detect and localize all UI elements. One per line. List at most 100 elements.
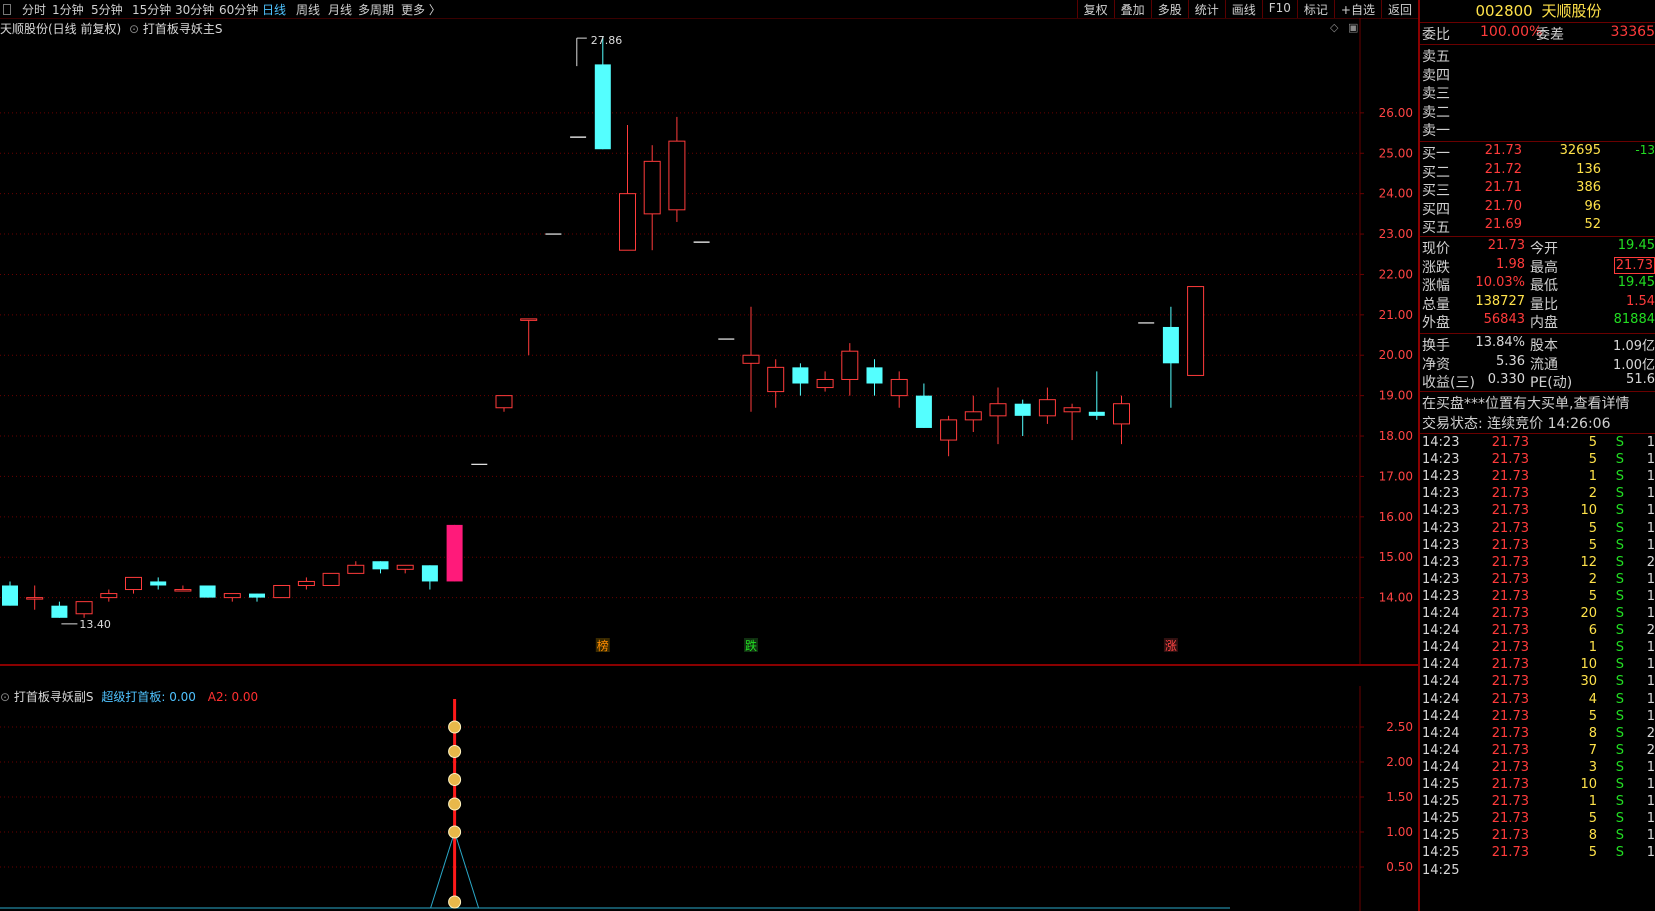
candle[interactable]: [668, 116, 686, 222]
candle[interactable]: [347, 561, 365, 574]
candle[interactable]: [396, 564, 414, 574]
candle[interactable]: [890, 371, 908, 408]
period-tab-1[interactable]: 1分钟: [52, 1, 84, 18]
candle[interactable]: [174, 585, 192, 592]
tick-side: S: [1615, 811, 1624, 827]
candle[interactable]: [51, 601, 68, 618]
period-tab-3[interactable]: 15分钟: [132, 1, 171, 18]
tool-button-5[interactable]: F10: [1261, 0, 1297, 18]
tick-side: S: [1615, 452, 1624, 468]
candle[interactable]: [446, 524, 463, 582]
tick-row: 14:25 21.73 8 S 1: [1420, 828, 1655, 846]
candle[interactable]: [372, 561, 389, 574]
high-price-label: 27.86: [591, 34, 623, 47]
candle[interactable]: [421, 565, 438, 590]
fund-value-2: 51.6: [1626, 372, 1655, 387]
event-marker[interactable]: 榜: [597, 638, 609, 653]
period-tab-0[interactable]: 分时: [22, 1, 46, 18]
candle[interactable]: [75, 601, 93, 618]
money-bag-icon: [448, 797, 462, 811]
tool-button-1[interactable]: 叠加: [1113, 0, 1151, 18]
candle[interactable]: [643, 145, 661, 251]
money-bag-icon: [448, 773, 462, 786]
candle[interactable]: [1187, 286, 1205, 376]
tick-volume: 5: [1588, 452, 1597, 468]
tool-button-3[interactable]: 统计: [1187, 0, 1225, 18]
candle[interactable]: [150, 577, 167, 590]
candle[interactable]: [520, 318, 538, 356]
candle[interactable]: [2, 581, 18, 606]
stat-value: 56843: [1483, 312, 1525, 327]
buy-price: 21.73: [1484, 143, 1522, 158]
tool-button-8[interactable]: 返回: [1380, 0, 1418, 18]
tick-time: 14:25: [1422, 811, 1460, 827]
candle[interactable]: [125, 576, 142, 594]
candle[interactable]: [322, 572, 340, 586]
period-tab-4[interactable]: 30分钟: [175, 1, 214, 18]
candle[interactable]: [767, 359, 785, 408]
tool-button-6[interactable]: 标记: [1296, 0, 1334, 18]
candle-part: [1162, 326, 1179, 364]
candle[interactable]: [594, 36, 611, 150]
fund-value-2: 1.09亿: [1613, 339, 1655, 354]
candle[interactable]: [273, 584, 291, 599]
period-tab-6[interactable]: 日线: [262, 1, 286, 18]
stock-title[interactable]: 002800 天顺股份: [1420, 0, 1655, 23]
period-tab-8[interactable]: 月线: [328, 1, 352, 18]
tool-button-2[interactable]: 多股: [1150, 0, 1188, 18]
tick-row: 14:23 21.73 5 S 1: [1420, 435, 1655, 453]
period-tab-5[interactable]: 60分钟: [219, 1, 258, 18]
weibi-row: 委比 100.00% 委差 33365: [1420, 24, 1655, 43]
candle[interactable]: [915, 383, 932, 428]
tick-price: 21.73: [1491, 588, 1529, 604]
tool-button-4[interactable]: 画线: [1224, 0, 1262, 18]
period-tab-2[interactable]: 5分钟: [91, 1, 123, 18]
candle[interactable]: [1113, 395, 1130, 445]
tool-button-7[interactable]: +自选: [1333, 0, 1381, 18]
buy-price: 21.69: [1484, 217, 1522, 232]
event-marker[interactable]: 涨: [1165, 638, 1177, 653]
tick-row: 14:24 21.73 5 S 1: [1420, 709, 1655, 727]
tick-volume: 3: [1588, 759, 1597, 775]
buy-volume: 136: [1576, 161, 1601, 177]
candle[interactable]: [816, 371, 834, 392]
tool-button-0[interactable]: 复权: [1076, 0, 1114, 18]
period-tab-10[interactable]: 更多 〉: [401, 1, 441, 18]
notice-row[interactable]: 在买盘***位置有大买单,查看详情: [1420, 393, 1655, 412]
candle[interactable]: [100, 589, 118, 602]
candle[interactable]: [1063, 403, 1081, 441]
buy-label: 买三: [1422, 183, 1450, 199]
tick-time: 14:25: [1422, 862, 1460, 878]
candle[interactable]: [223, 593, 241, 602]
stat-label-2: 量比: [1530, 296, 1558, 313]
toolbar-grip-icon[interactable]: [3, 4, 11, 15]
sell-label: 卖二: [1422, 104, 1450, 121]
candle[interactable]: [1014, 399, 1031, 437]
candle[interactable]: [249, 593, 265, 602]
notice-text[interactable]: 在买盘***位置有大买单,查看详情: [1422, 393, 1629, 413]
candle[interactable]: [1038, 387, 1056, 424]
fundamental-row: 净资 5.36 流通 1.00亿: [1420, 354, 1655, 373]
sub-indicator-chart[interactable]: 2.50 2.00 1.50 1.00 0.50: [0, 686, 1418, 911]
candle[interactable]: [1162, 306, 1179, 408]
candle[interactable]: [964, 395, 982, 432]
candle[interactable]: [940, 415, 958, 457]
event-marker[interactable]: 跌: [745, 638, 757, 653]
candle[interactable]: [866, 359, 883, 396]
candle[interactable]: [1088, 371, 1105, 420]
sub-tick-label: 1.00: [1386, 825, 1413, 839]
candle[interactable]: [495, 395, 513, 412]
tick-price: 21.73: [1491, 623, 1529, 639]
candle[interactable]: [297, 577, 315, 590]
candlestick-chart[interactable]: 26.00 25.00 24.00 23.00 22.00 21.00 20.00 19.00…: [0, 18, 1418, 666]
candle[interactable]: [199, 585, 216, 598]
price-tick-label: 23.00: [1379, 227, 1413, 241]
tick-row: 14:23 21.73 5 S 1: [1420, 452, 1655, 470]
candle[interactable]: [619, 124, 636, 251]
candle[interactable]: [841, 343, 859, 396]
candle[interactable]: [26, 585, 44, 610]
tick-side: S: [1615, 606, 1624, 621]
period-tab-7[interactable]: 周线: [296, 1, 320, 18]
period-tab-9[interactable]: 多周期: [358, 1, 394, 18]
candle[interactable]: [792, 363, 809, 396]
